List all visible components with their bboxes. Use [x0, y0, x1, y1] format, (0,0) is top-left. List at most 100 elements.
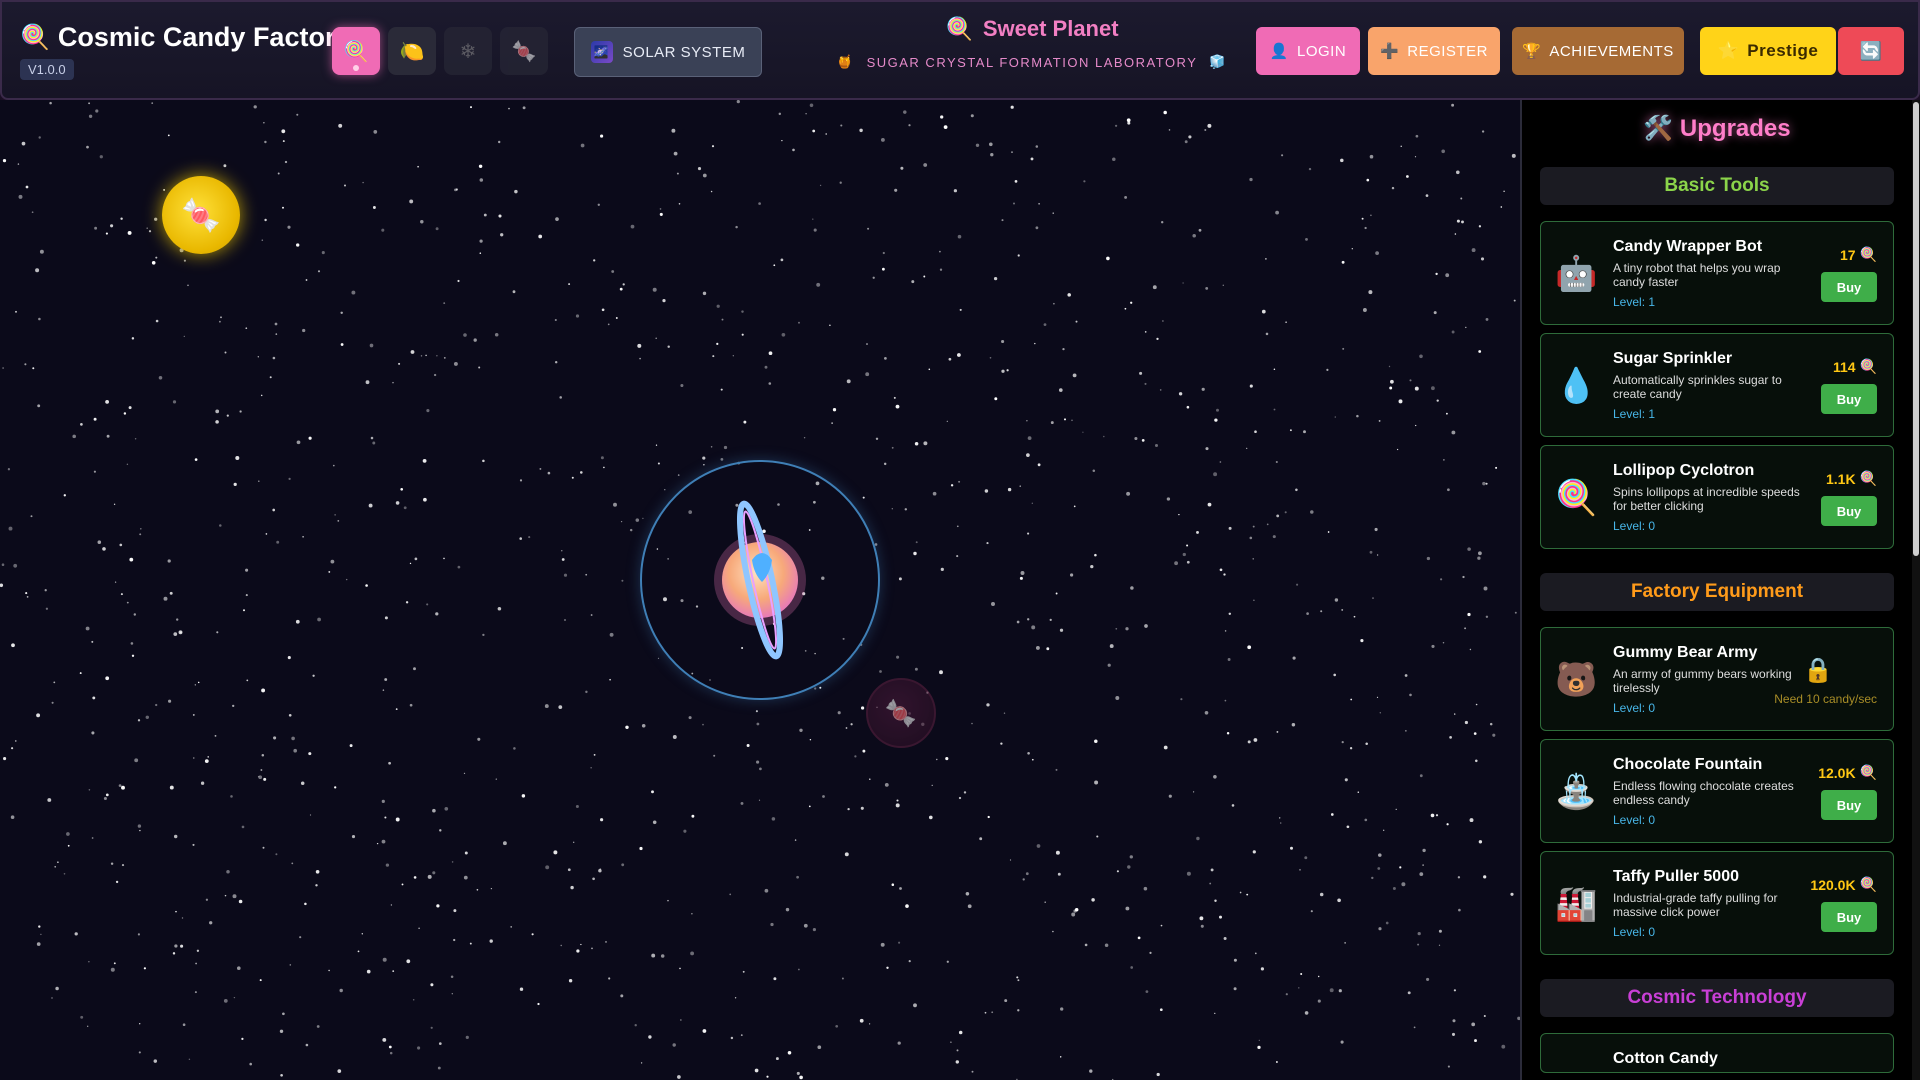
upgrade-level: Level: 0 — [1613, 701, 1656, 715]
bonus-candy-orb[interactable]: 🍬 — [162, 176, 240, 254]
cost-value: 17 — [1839, 246, 1856, 263]
prestige-label: Prestige — [1747, 41, 1819, 60]
prestige-button[interactable]: ⭐ Prestige — [1700, 27, 1836, 75]
upgrade-card: 🤖 Candy Wrapper Bot A tiny robot that he… — [1540, 221, 1894, 325]
achievements-button[interactable]: 🏆 ACHIEVEMENTS — [1512, 27, 1684, 75]
upgrade-level: Level: 0 — [1613, 813, 1656, 827]
locked-moon[interactable]: 🍬 — [866, 678, 936, 748]
planet-subtitle: SUGAR CRYSTAL FORMATION LABORATORY — [866, 54, 1198, 70]
planet-button-lemon[interactable]: 🍋 — [388, 27, 436, 75]
planet-name: Sweet Planet — [982, 16, 1119, 41]
refresh-icon: 🔄 — [1859, 40, 1883, 61]
upgrade-card: Cotton Candy — [1540, 1033, 1894, 1073]
upgrade-level: Level: 0 — [1613, 925, 1656, 939]
cost-value: 114 — [1832, 358, 1856, 375]
upgrade-level: Level: 0 — [1613, 519, 1656, 533]
lock-icon: 🔒 — [1803, 657, 1833, 684]
upgrade-card: 🍭 Lollipop Cyclotron Spins lollipops at … — [1540, 445, 1894, 549]
lollipop-icon: 🍭 — [1859, 876, 1877, 892]
bear-icon: 🐻 — [1555, 661, 1598, 699]
upgrade-level: Level: 1 — [1613, 407, 1656, 421]
category-factory-equipment: Factory Equipment — [1540, 573, 1894, 611]
ice-cube-icon: 🧊 — [1209, 54, 1228, 69]
upgrade-card-locked: 🐻 Gummy Bear Army An army of gummy bears… — [1540, 627, 1894, 731]
planet-button-cane[interactable]: 🍬 — [500, 27, 548, 75]
upgrade-cost: 114 🍭 — [1833, 358, 1877, 375]
upgrade-name: Candy Wrapper Bot — [1613, 238, 1763, 255]
droplet-icon: 💧 — [1555, 367, 1598, 405]
lollipop-icon: 🍭 — [945, 16, 973, 41]
upgrades-title: 🛠️ Upgrades — [1643, 115, 1791, 142]
login-label: LOGIN — [1297, 42, 1347, 60]
lollipop-icon: 🍭 — [1555, 479, 1598, 517]
wrapped-candy-icon: 🍬 — [181, 197, 221, 233]
upgrade-description: A tiny robot that helps you wrap candy f… — [1613, 261, 1781, 289]
user-icon: 👤 — [1269, 43, 1289, 60]
planet-name-row: 🍭 Sweet Planet — [782, 16, 1282, 42]
sweet-planet[interactable] — [700, 500, 820, 660]
lollipop-icon: 🍭 — [343, 40, 369, 63]
upgrade-name: Taffy Puller 5000 — [1613, 868, 1739, 885]
upgrade-description: Industrial-grade taffy pulling for massi… — [1613, 891, 1778, 919]
upgrade-level: Level: 1 — [1613, 295, 1656, 309]
plus-icon: ➕ — [1380, 43, 1400, 60]
upgrade-card: 🏭 Taffy Puller 5000 Industrial-grade taf… — [1540, 851, 1894, 955]
upgrade-description: Spins lollipops at incredible speeds for… — [1613, 485, 1800, 513]
upgrade-cost: 1.1K 🍭 — [1826, 470, 1877, 487]
buy-button[interactable]: Buy — [1821, 902, 1877, 932]
upgrade-name: Cotton Candy — [1613, 1050, 1718, 1067]
upgrades-panel: 🛠️ Upgrades Basic Tools 🤖 Candy Wrapper … — [1520, 100, 1912, 1080]
brand: 🍭 Cosmic Candy Factory V1.0.0 — [20, 22, 350, 80]
robot-icon: 🤖 — [1555, 255, 1598, 293]
version-badge: V1.0.0 — [20, 59, 74, 80]
buy-button[interactable]: Buy — [1821, 272, 1877, 302]
register-label: REGISTER — [1407, 42, 1488, 60]
achievements-label: ACHIEVEMENTS — [1549, 42, 1674, 60]
planet-button-ice[interactable]: ❄ — [444, 27, 492, 75]
galaxy-icon: 🌌 — [590, 41, 613, 63]
candy-cane-icon: 🍬 — [511, 40, 537, 63]
app-title-row: 🍭 Cosmic Candy Factory — [20, 22, 350, 53]
upgrade-cost: 17 🍭 — [1840, 246, 1877, 263]
lollipop-icon: 🍭 — [1859, 246, 1877, 262]
category-cosmic-technology: Cosmic Technology — [1540, 979, 1894, 1017]
buy-button[interactable]: Buy — [1821, 384, 1877, 414]
cost-value: 12.0K — [1818, 764, 1856, 781]
upgrades-scrollbar-thumb[interactable] — [1913, 102, 1919, 556]
cost-value: 1.1K — [1825, 470, 1856, 487]
upgrade-description: An army of gummy bears working tirelessl… — [1613, 667, 1792, 695]
upgrade-description: Endless flowing chocolate creates endles… — [1613, 779, 1794, 807]
solar-system-button[interactable]: 🌌 SOLAR SYSTEM — [574, 27, 762, 77]
honey-pot-icon: 🍯 — [836, 54, 855, 69]
upgrade-name: Gummy Bear Army — [1613, 644, 1758, 661]
top-bar: 🍭 Cosmic Candy Factory V1.0.0 🍭 🍋 ❄ 🍬 🌌 … — [0, 0, 1920, 100]
space-canvas: 🍬 🍬 — [0, 100, 1520, 1080]
unlock-requirement: Need 10 candy/sec — [1774, 692, 1877, 706]
category-basic-tools: Basic Tools — [1540, 167, 1894, 205]
planet-button-sweet[interactable]: 🍭 — [332, 27, 380, 75]
planet-selector: 🍭 🍋 ❄ 🍬 — [332, 27, 548, 75]
star-icon: ⭐ — [1717, 41, 1740, 60]
fountain-icon: ⛲ — [1555, 773, 1598, 811]
upgrade-cost: 120.0K 🍭 — [1810, 876, 1877, 893]
register-button[interactable]: ➕ REGISTER — [1368, 27, 1500, 75]
planet-header: 🍭 Sweet Planet 🍯 SUGAR CRYSTAL FORMATION… — [782, 16, 1282, 70]
reset-button[interactable]: 🔄 — [1838, 27, 1904, 75]
buy-button[interactable]: Buy — [1821, 496, 1877, 526]
upgrade-card: 💧 Sugar Sprinkler Automatically sprinkle… — [1540, 333, 1894, 437]
planet-subtitle-row: 🍯 SUGAR CRYSTAL FORMATION LABORATORY 🧊 — [782, 54, 1282, 70]
solar-system-label: SOLAR SYSTEM — [622, 43, 746, 61]
upgrade-card: ⛲ Chocolate Fountain Endless flowing cho… — [1540, 739, 1894, 843]
wrapped-candy-icon: 🍬 — [884, 697, 918, 728]
app-title: Cosmic Candy Factory — [57, 22, 351, 52]
upgrade-name: Sugar Sprinkler — [1613, 350, 1733, 367]
upgrade-name: Lollipop Cyclotron — [1613, 462, 1755, 479]
lemon-icon: 🍋 — [399, 40, 425, 63]
login-button[interactable]: 👤 LOGIN — [1256, 27, 1360, 75]
upgrade-description: Automatically sprinkles sugar to create … — [1613, 373, 1782, 401]
buy-button[interactable]: Buy — [1821, 790, 1877, 820]
upgrade-cost: 12.0K 🍭 — [1818, 764, 1877, 781]
lollipop-icon: 🍭 — [1859, 470, 1877, 486]
lollipop-icon: 🍭 — [1859, 358, 1877, 374]
upgrade-name: Chocolate Fountain — [1613, 756, 1763, 773]
